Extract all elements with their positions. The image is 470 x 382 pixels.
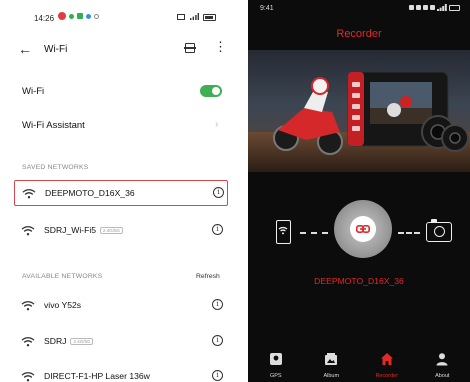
system-icons	[177, 13, 216, 21]
network-name-wrap: SDRJ 2.4G/5G	[44, 336, 94, 346]
network-item-deepmoto[interactable]: DEEPMOTO_D16X_36 i	[14, 180, 228, 206]
status-time: 14:26	[34, 14, 55, 23]
person-icon	[436, 353, 448, 366]
connection-line-left	[300, 232, 328, 234]
notification-icon	[69, 13, 74, 19]
status-icon	[409, 5, 414, 10]
page-header: ← Wi-Fi ⋮	[0, 38, 236, 64]
wifi-signal-icon	[21, 337, 35, 347]
tab-label: About	[435, 373, 450, 379]
connect-button-face	[350, 216, 376, 242]
connection-line-right	[398, 232, 420, 234]
wifi-label: Wi-Fi	[22, 86, 45, 97]
tab-about[interactable]: About	[415, 346, 470, 382]
battery-icon	[449, 4, 460, 11]
wifi-settings-screen: 14:26 ← Wi-Fi ⋮ Wi-Fi Wi-Fi Assistant › …	[0, 0, 236, 382]
tab-label: Album	[323, 373, 340, 379]
chevron-right-icon: ›	[215, 119, 219, 130]
connect-button[interactable]	[334, 200, 392, 258]
notification-icon	[77, 13, 83, 19]
tab-album[interactable]: Album	[304, 346, 360, 382]
wifi-signal-icon	[22, 189, 36, 199]
network-item-hp-laser[interactable]: DIRECT-F1-HP Laser 136w i	[14, 364, 228, 382]
tab-recorder[interactable]: Recorder	[359, 346, 415, 382]
network-name-wrap: SDRJ_Wi-Fi5 2.4G/5G	[44, 225, 124, 235]
available-networks-heading: AVAILABLE NETWORKS	[22, 273, 103, 280]
network-item-sdrj-wifi5[interactable]: SDRJ_Wi-Fi5 2.4G/5G i	[14, 218, 228, 244]
qr-scan-icon[interactable]	[184, 43, 196, 53]
status-icon	[416, 5, 421, 10]
back-arrow-icon[interactable]: ←	[18, 41, 32, 57]
network-name: DIRECT-F1-HP Laser 136w	[44, 371, 150, 381]
saved-networks-heading: SAVED NETWORKS	[22, 164, 89, 171]
band-badge: 2.4G/5G	[70, 338, 94, 346]
info-icon[interactable]: i	[212, 335, 223, 346]
banner-illustration	[248, 71, 470, 172]
tab-label: Recorder	[375, 373, 399, 379]
info-icon[interactable]: i	[213, 187, 224, 198]
notification-icon	[94, 13, 99, 19]
status-time: 9:41	[260, 5, 274, 12]
network-name: DEEPMOTO_D16X_36	[45, 188, 135, 198]
battery-icon	[203, 13, 216, 21]
network-name: SDRJ	[44, 336, 67, 346]
recorder-app-screen: 9:41 Recorder DEEPMOTO_D16X_36 GPS Album…	[248, 0, 470, 382]
wifi-symbol	[278, 226, 288, 235]
more-options-icon[interactable]: ⋮	[214, 40, 227, 53]
info-icon[interactable]: i	[212, 370, 223, 381]
album-icon	[325, 353, 338, 365]
notification-icons	[58, 12, 99, 20]
network-name: vivo Y52s	[44, 300, 82, 310]
camera-icon	[426, 219, 452, 242]
info-icon[interactable]: i	[212, 224, 223, 235]
network-name: SDRJ_Wi-Fi5	[44, 225, 97, 235]
product-banner-image	[248, 50, 470, 172]
phone-wifi-icon	[276, 220, 291, 244]
bottom-tab-bar: GPS Album Recorder About	[248, 346, 470, 382]
wifi-assistant-label: Wi-Fi Assistant	[22, 120, 85, 131]
tab-gps[interactable]: GPS	[248, 346, 304, 382]
connected-device-name: DEEPMOTO_D16X_36	[314, 276, 404, 286]
map-pin-icon	[269, 353, 282, 365]
app-title: Recorder	[336, 28, 382, 40]
signal-icon	[190, 13, 199, 20]
wifi-signal-icon	[21, 372, 35, 382]
home-icon	[380, 353, 393, 365]
link-icon	[356, 225, 370, 233]
network-item-sdrj[interactable]: SDRJ 2.4G/5G i	[14, 329, 228, 355]
tab-label: GPS	[269, 373, 282, 379]
connection-panel	[248, 196, 470, 268]
wifi-signal-icon	[21, 226, 35, 236]
wifi-signal-icon	[21, 301, 35, 311]
info-icon[interactable]: i	[212, 299, 223, 310]
wifi-toggle[interactable]	[200, 85, 222, 97]
wifi-toggle-row[interactable]: Wi-Fi	[0, 84, 236, 104]
system-icons	[409, 4, 460, 11]
notification-icon	[58, 12, 66, 20]
band-badge: 2.4G/5G	[100, 227, 124, 235]
network-item-vivo[interactable]: vivo Y52s i	[14, 293, 228, 319]
notification-icon	[86, 13, 91, 19]
vibrate-icon	[177, 14, 185, 20]
signal-icon	[437, 4, 447, 11]
status-bar: 9:41	[248, 0, 470, 18]
refresh-button[interactable]: Refresh	[196, 273, 220, 280]
status-icon	[430, 5, 435, 10]
page-title: Wi-Fi	[44, 44, 68, 55]
status-bar: 14:26	[0, 0, 236, 36]
status-icon	[423, 5, 428, 10]
wifi-assistant-row[interactable]: Wi-Fi Assistant ›	[0, 118, 236, 138]
